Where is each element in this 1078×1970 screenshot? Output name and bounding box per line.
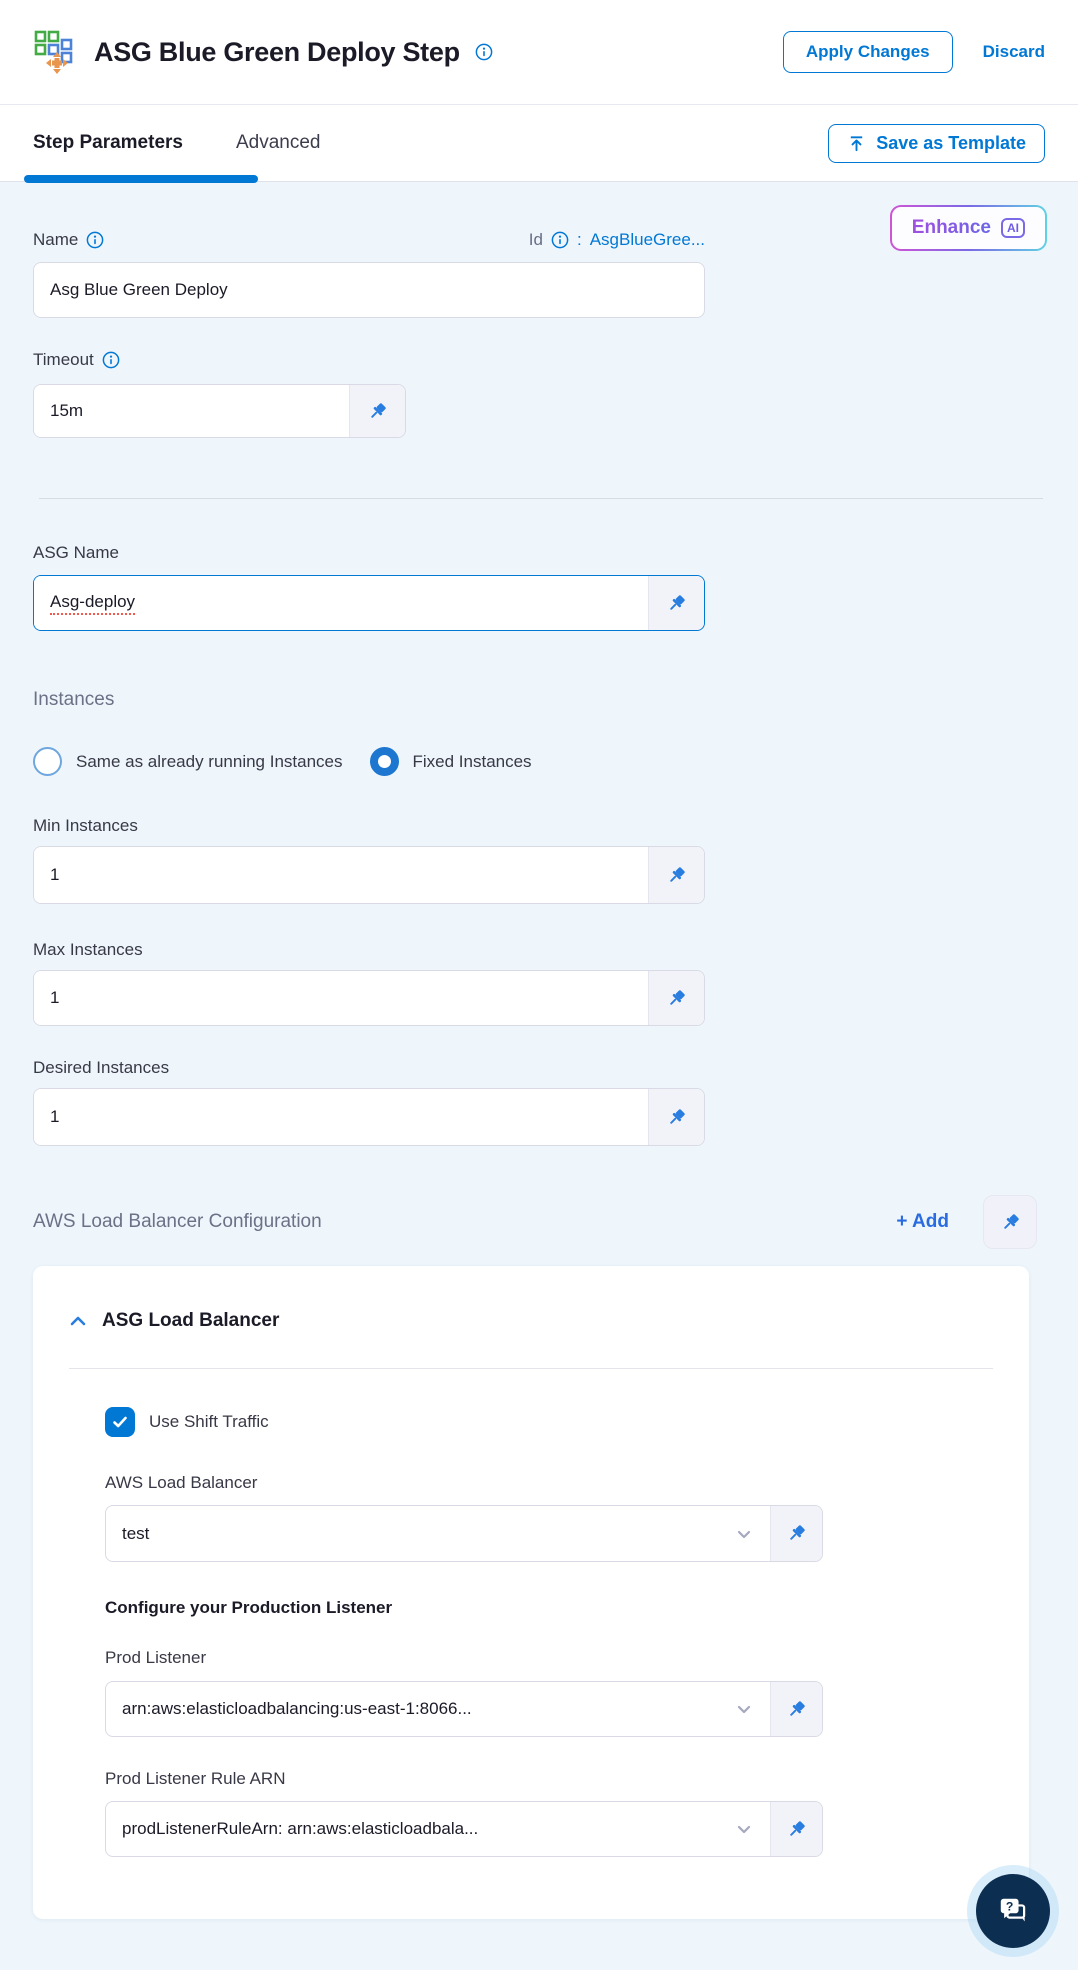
check-icon	[113, 1416, 127, 1428]
pin-icon	[790, 1700, 805, 1716]
id-separator: :	[576, 230, 582, 249]
step-config-panel: ASG Blue Green Deploy Step Apply Changes…	[0, 0, 1078, 1970]
enhance-label: Enhance	[911, 217, 991, 238]
desired-instances-pin-toggle[interactable]	[648, 1089, 704, 1145]
aws-load-balancer-field-group: test	[105, 1505, 823, 1562]
chevron-down-icon	[737, 1530, 751, 1538]
tab-step-parameters[interactable]: Step Parameters	[33, 132, 183, 154]
name-label: Name	[33, 230, 79, 249]
id-label: Id	[528, 230, 543, 249]
pin-icon	[1003, 1213, 1019, 1229]
pin-icon	[371, 402, 386, 418]
section-divider	[39, 498, 1043, 499]
timeout-pin-toggle[interactable]	[349, 385, 405, 437]
max-instances-label: Max Instances	[33, 940, 143, 959]
upload-icon	[851, 135, 863, 151]
chevron-down-icon	[737, 1705, 751, 1714]
max-instances-input[interactable]	[34, 971, 648, 1025]
radio-same-as-running-label[interactable]: Same as already running Instances	[76, 752, 343, 772]
panel-title: ASG Load Balancer	[102, 1310, 280, 1331]
use-shift-traffic-checkbox[interactable]	[105, 1407, 135, 1437]
chat-help-icon: ?	[1000, 1898, 1026, 1922]
ai-badge: AI	[1001, 218, 1025, 238]
discard-button[interactable]: Discard	[983, 42, 1045, 62]
pin-icon	[670, 594, 685, 610]
min-instances-field-group	[33, 846, 705, 904]
asg-step-icon	[34, 30, 73, 74]
asg-name-input[interactable]: Asg-deploy	[34, 576, 648, 630]
aws-load-balancer-pin-toggle[interactable]	[770, 1506, 822, 1561]
desired-instances-field-group	[33, 1088, 705, 1146]
name-input[interactable]	[33, 262, 705, 318]
pin-icon	[670, 1108, 685, 1124]
radio-fixed-instances[interactable]	[369, 747, 399, 776]
save-as-template-button[interactable]: Save as Template	[828, 123, 1045, 163]
max-instances-field-group	[33, 970, 705, 1026]
page-title: ASG Blue Green Deploy Step	[94, 36, 460, 67]
radio-same-as-running[interactable]	[33, 747, 62, 776]
lb-config-pin-toggle[interactable]	[983, 1195, 1037, 1249]
aws-load-balancer-select[interactable]: test	[106, 1506, 770, 1561]
lb-config-heading: AWS Load Balancer Configuration	[33, 1211, 322, 1232]
aws-load-balancer-label: AWS Load Balancer	[105, 1473, 258, 1492]
id-value: AsgBlueGree...	[589, 230, 705, 249]
timeout-label: Timeout	[33, 350, 94, 369]
desired-instances-label: Desired Instances	[33, 1058, 170, 1077]
pin-icon	[790, 1525, 805, 1540]
use-shift-traffic-label[interactable]: Use Shift Traffic	[149, 1412, 269, 1432]
tab-advanced[interactable]: Advanced	[236, 132, 321, 154]
max-instances-pin-toggle[interactable]	[648, 971, 704, 1025]
asg-name-label: ASG Name	[33, 543, 119, 562]
prod-listener-select[interactable]: arn:aws:elasticloadbalancing:us-east-1:8…	[106, 1682, 770, 1736]
asg-name-pin-toggle[interactable]	[648, 576, 704, 630]
prod-listener-field-group: arn:aws:elasticloadbalancing:us-east-1:8…	[105, 1681, 823, 1737]
desired-instances-input[interactable]	[34, 1089, 648, 1145]
instances-radio-group: Same as already running Instances Fixed …	[33, 747, 705, 776]
instances-heading: Instances	[33, 689, 115, 710]
lb-config-header: AWS Load Balancer Configuration + Add	[33, 1195, 1037, 1249]
header: ASG Blue Green Deploy Step Apply Changes…	[0, 0, 1078, 105]
prod-listener-rule-pin-toggle[interactable]	[770, 1802, 822, 1856]
info-icon[interactable]	[551, 231, 569, 249]
production-listener-heading: Configure your Production Listener	[105, 1598, 393, 1617]
tab-bar: Step Parameters Advanced Save as Templat…	[0, 105, 1078, 183]
svg-text:?: ?	[1006, 1900, 1013, 1914]
add-load-balancer-button[interactable]: + Add	[896, 1211, 949, 1233]
min-instances-label: Min Instances	[33, 816, 138, 835]
pin-icon	[790, 1820, 805, 1836]
info-icon[interactable]	[475, 43, 493, 61]
enhance-ai-button[interactable]: Enhance AI	[889, 205, 1047, 251]
panel-divider	[69, 1368, 993, 1369]
pin-icon	[670, 866, 685, 882]
step-parameters-form: Enhance AI Name Id: AsgBlueGree... Asg …	[0, 182, 1078, 1919]
radio-fixed-instances-label[interactable]: Fixed Instances	[413, 752, 532, 772]
help-chat-button[interactable]: ?	[976, 1874, 1050, 1948]
min-instances-pin-toggle[interactable]	[648, 847, 704, 903]
asg-name-field-group: Asg-deploy	[33, 575, 705, 631]
asg-load-balancer-card: ASG Load Balancer Use Shift Traffic AWS …	[33, 1266, 1029, 1919]
prod-listener-rule-label: Prod Listener Rule ARN	[105, 1769, 286, 1788]
prod-listener-rule-field-group: prodListenerRuleArn: arn:aws:elasticload…	[105, 1801, 823, 1857]
pin-icon	[670, 989, 685, 1005]
prod-listener-pin-toggle[interactable]	[770, 1682, 822, 1736]
prod-listener-rule-select[interactable]: prodListenerRuleArn: arn:aws:elasticload…	[106, 1802, 770, 1856]
apply-changes-button[interactable]: Apply Changes	[782, 31, 953, 73]
min-instances-input[interactable]	[34, 847, 648, 903]
asg-load-balancer-collapse-toggle[interactable]: ASG Load Balancer	[69, 1310, 993, 1332]
timeout-input[interactable]	[34, 385, 349, 437]
timeout-field-group	[33, 384, 406, 438]
prod-listener-label: Prod Listener	[105, 1648, 207, 1667]
info-icon[interactable]	[86, 231, 104, 249]
chevron-down-icon	[737, 1825, 751, 1834]
chevron-up-icon	[70, 1316, 86, 1326]
info-icon[interactable]	[102, 351, 120, 369]
